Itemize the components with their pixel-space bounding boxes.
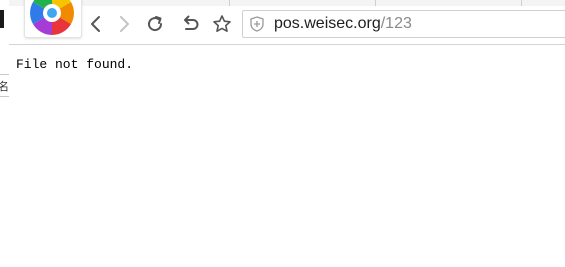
url-path: /123 bbox=[380, 15, 412, 32]
background-window-fragment bbox=[0, 10, 4, 28]
undo-icon bbox=[184, 15, 199, 30]
shield-icon bbox=[250, 16, 264, 32]
reload-icon bbox=[148, 16, 163, 32]
forward-button[interactable] bbox=[111, 11, 137, 37]
page-content: File not found. bbox=[9, 45, 565, 267]
screen: 名 pos.weisec.org/123 File not found. bbox=[0, 0, 565, 267]
address-bar[interactable]: pos.weisec.org/123 bbox=[242, 10, 565, 38]
error-message: File not found. bbox=[16, 57, 134, 72]
chevron-left-icon bbox=[91, 16, 100, 32]
reload-button[interactable] bbox=[142, 11, 168, 37]
browser-toolbar: pos.weisec.org/123 bbox=[9, 0, 565, 45]
browser-logo[interactable] bbox=[24, 0, 82, 38]
background-window-divider bbox=[0, 96, 9, 97]
security-indicator[interactable] bbox=[250, 16, 264, 37]
bookmark-button[interactable] bbox=[209, 11, 235, 37]
background-window-divider bbox=[0, 74, 9, 75]
star-icon bbox=[213, 15, 231, 32]
undo-button[interactable] bbox=[177, 11, 203, 37]
browser-logo-icon bbox=[30, 0, 74, 35]
url-text[interactable]: pos.weisec.org/123 bbox=[274, 14, 412, 34]
url-host: pos.weisec.org bbox=[274, 15, 381, 32]
chevron-right-icon bbox=[120, 16, 129, 32]
background-window-glyph: 名 bbox=[0, 80, 9, 93]
back-button[interactable] bbox=[83, 11, 109, 37]
